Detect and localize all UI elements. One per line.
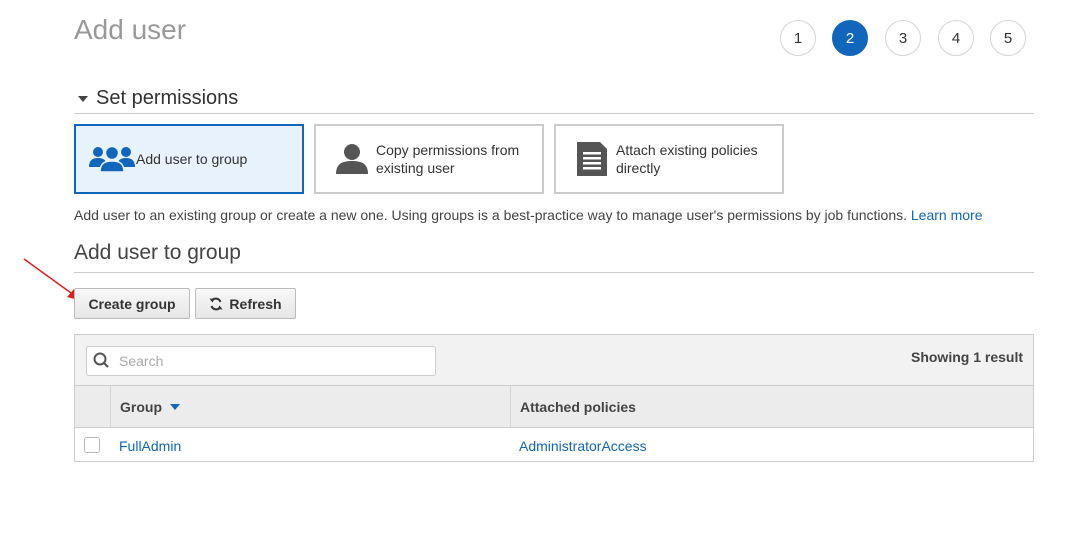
refresh-button[interactable]: Refresh: [195, 288, 296, 319]
step-2-active[interactable]: 2: [832, 20, 868, 56]
table-toolbar: Showing 1 result: [75, 335, 1033, 386]
document-icon: [568, 139, 616, 179]
learn-more-link[interactable]: Learn more: [911, 207, 983, 223]
add-user-to-group-title: Add user to group: [74, 241, 241, 264]
caret-down-icon: [78, 95, 88, 102]
description-text: Add user to an existing group or create …: [74, 207, 907, 223]
set-permissions-header[interactable]: Set permissions: [74, 84, 1034, 114]
column-header-label: Attached policies: [520, 399, 636, 415]
result-count: Showing 1 result: [910, 349, 1023, 365]
add-user-to-group-header: Add user to group: [74, 241, 1034, 273]
row-checkbox[interactable]: [84, 437, 100, 453]
refresh-icon: [209, 297, 223, 310]
table-header-row: Group Attached policies: [75, 386, 1033, 428]
step-3[interactable]: 3: [885, 20, 921, 56]
user-icon: [328, 139, 376, 179]
option-attach-policies[interactable]: Attach existing policies directly: [554, 124, 784, 194]
sort-desc-icon: [170, 404, 180, 410]
group-link[interactable]: FullAdmin: [119, 438, 181, 454]
column-divider: [510, 386, 511, 428]
permissions-description: Add user to an existing group or create …: [74, 207, 982, 223]
option-add-user-to-group[interactable]: Add user to group: [74, 124, 304, 194]
step-5[interactable]: 5: [990, 20, 1026, 56]
column-header-label: Group: [120, 399, 162, 415]
users-group-icon: [88, 139, 136, 179]
option-label: Attach existing policies directly: [616, 142, 758, 176]
refresh-label: Refresh: [229, 295, 282, 312]
column-divider: [110, 386, 111, 428]
column-header-attached-policies[interactable]: Attached policies: [520, 386, 636, 428]
step-4[interactable]: 4: [938, 20, 974, 56]
search-field[interactable]: [86, 346, 436, 376]
table-row[interactable]: FullAdmin AdministratorAccess: [75, 429, 1033, 462]
create-group-button[interactable]: Create group: [74, 288, 190, 319]
page-title: Add user: [74, 14, 187, 45]
search-input[interactable]: [117, 352, 417, 370]
policy-link[interactable]: AdministratorAccess: [519, 438, 647, 454]
set-permissions-title: Set permissions: [96, 87, 239, 109]
groups-table: Showing 1 result Group Attached policies…: [74, 334, 1034, 462]
search-icon: [93, 352, 109, 368]
option-label: Copy permissions from existing user: [376, 142, 520, 176]
column-header-group[interactable]: Group: [120, 386, 180, 428]
step-1[interactable]: 1: [780, 20, 816, 56]
option-label: Add user to group: [136, 151, 248, 167]
option-copy-permissions[interactable]: Copy permissions from existing user: [314, 124, 544, 194]
